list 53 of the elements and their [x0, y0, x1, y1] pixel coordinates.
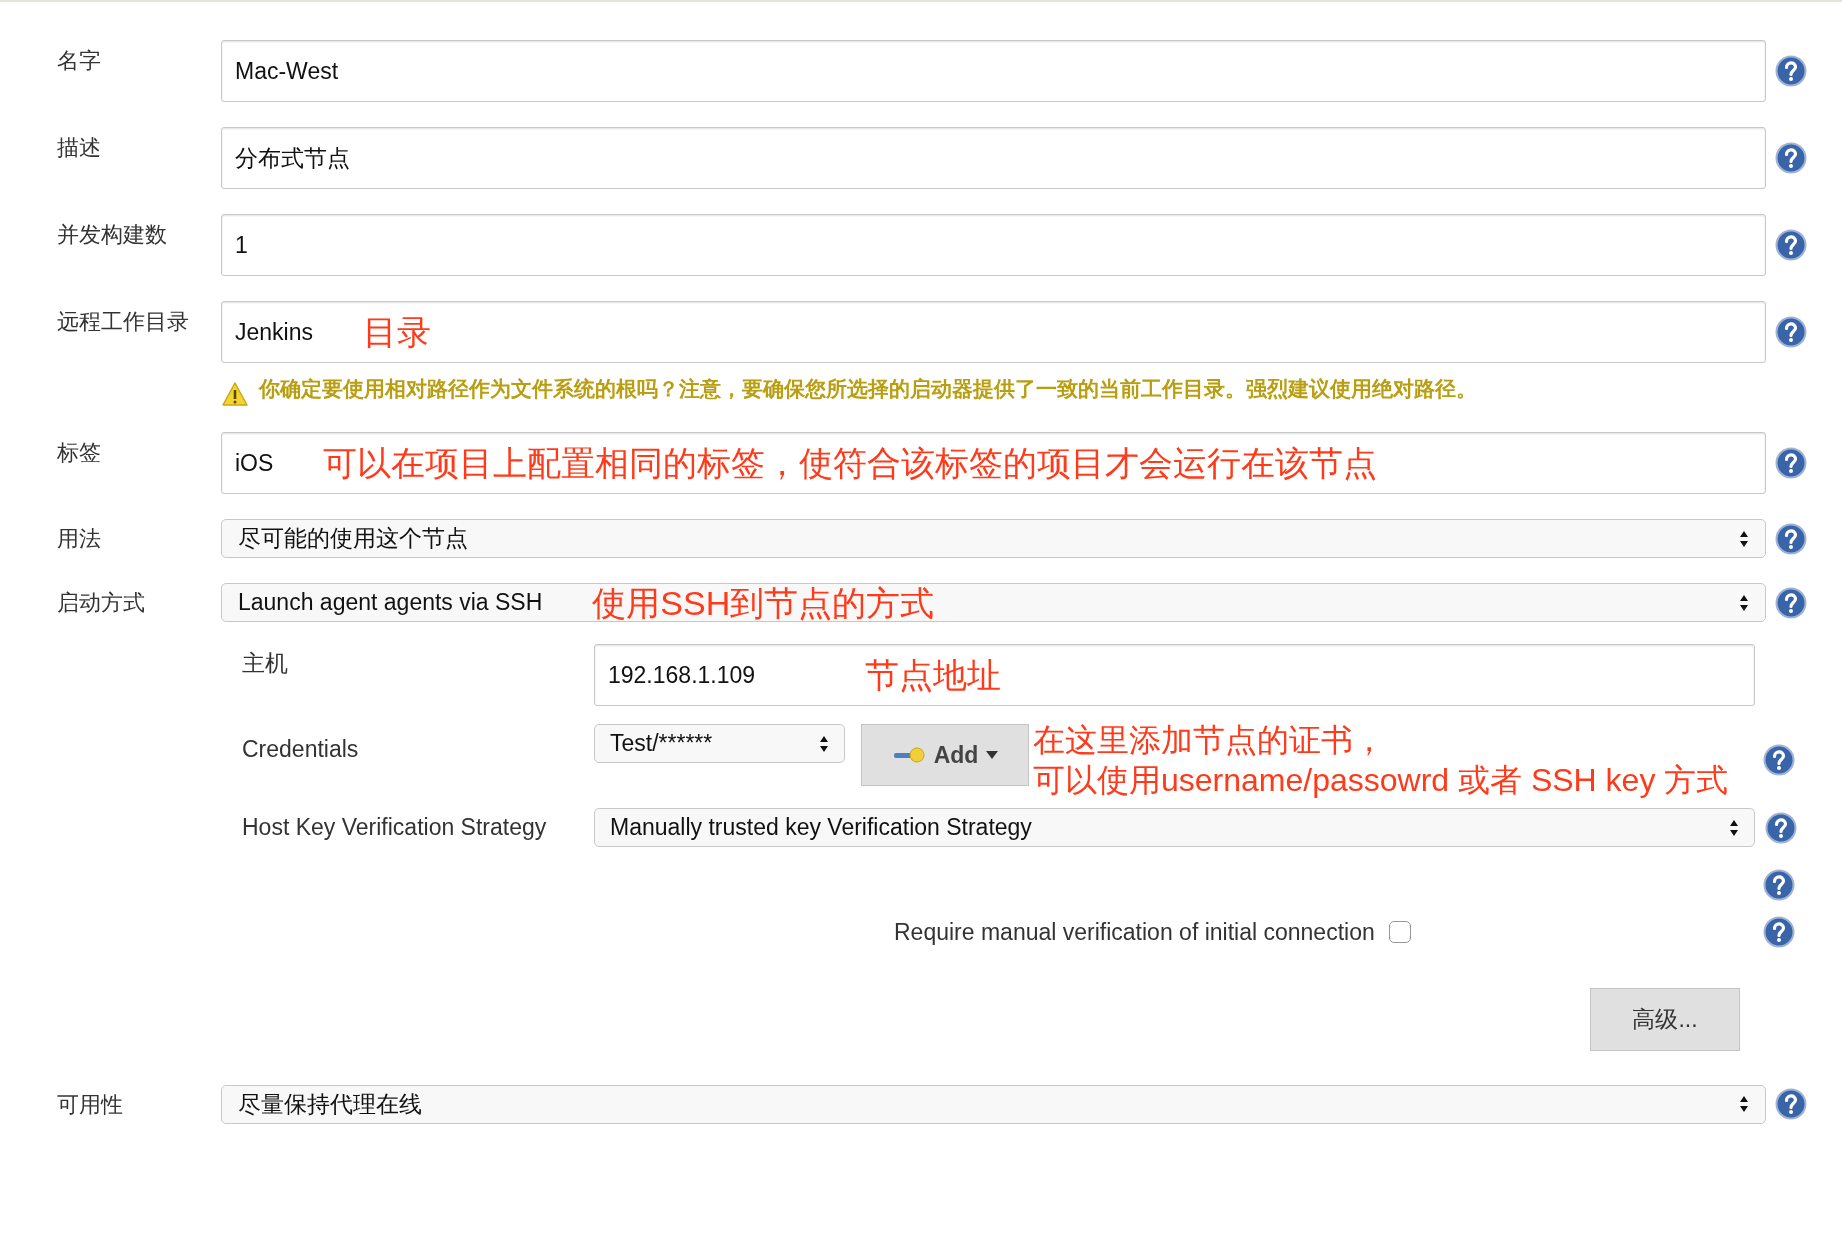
dropdown[interactable]: 尽可能的使用这个节点	[221, 519, 1766, 558]
text-field[interactable]: iOS 可以在项目上配置相同的标签，使符合该标签的项目才会运行在该节点	[221, 432, 1766, 494]
annotation-text: 使用SSH到节点的方式	[592, 585, 935, 620]
help-icon[interactable]	[1775, 55, 1807, 87]
help-icon[interactable]	[1775, 586, 1807, 619]
field-label: 名字	[57, 47, 102, 75]
help-icon[interactable]	[1775, 522, 1807, 555]
select-arrows-icon	[819, 734, 829, 753]
caret-icon	[986, 751, 999, 759]
help-icon[interactable]	[1775, 447, 1807, 479]
dropdown[interactable]: Launch agent agents via SSH 使用SSH到节点的方式	[221, 583, 1766, 622]
text-field[interactable]: 192.168.1.109 节点地址	[594, 644, 1755, 706]
help-icon[interactable]	[1775, 316, 1807, 348]
help-icon[interactable]	[1775, 142, 1807, 174]
field-label: 主机	[242, 649, 289, 678]
warning-icon	[221, 381, 249, 407]
field-label: Host Key Verification Strategy	[242, 813, 548, 843]
annotation-text: 在这里添加节点的证书，	[1033, 721, 1386, 760]
annotation-text: 可以使用username/passowrd 或者 SSH key 方式	[1033, 761, 1729, 800]
field-label: 可用性	[57, 1090, 124, 1119]
help-icon[interactable]	[1763, 916, 1795, 949]
text-field[interactable]: 分布式节点	[221, 127, 1766, 189]
advanced-button[interactable]: 高级...	[1590, 987, 1740, 1051]
dropdown[interactable]: Manually trusted key Verification Strategy	[594, 808, 1755, 847]
annotation-text: 目录	[363, 315, 431, 349]
help-icon[interactable]	[1765, 811, 1797, 844]
field-label: 用法	[57, 525, 102, 553]
key-icon	[891, 746, 926, 764]
dropdown[interactable]: 尽量保持代理在线	[221, 1084, 1766, 1124]
help-icon[interactable]	[1763, 869, 1795, 901]
field-label: 启动方式	[57, 589, 146, 617]
checkbox[interactable]	[1388, 921, 1411, 944]
select-arrows-icon	[1739, 1095, 1749, 1113]
field-label: 并发构建数	[57, 221, 168, 249]
text-field[interactable]: 1	[221, 214, 1766, 276]
add-button[interactable]: Add	[861, 724, 1029, 786]
annotation-text: 节点地址	[865, 658, 1002, 692]
help-icon[interactable]	[1763, 744, 1795, 776]
select-arrows-icon	[1739, 593, 1749, 612]
field-label: 标签	[57, 439, 102, 467]
checkbox-label: Require manual verification of initial connection	[894, 918, 1375, 947]
annotation-text: 可以在项目上配置相同的标签，使符合该标签的项目才会运行在该节点	[323, 446, 1378, 480]
field-label: 描述	[57, 134, 102, 162]
field-label: 远程工作目录	[57, 308, 190, 336]
help-icon[interactable]	[1775, 1088, 1807, 1120]
warning-text: 你确定要使用相对路径作为文件系统的根吗？注意，要确保您所选择的启动器提供了一致的当前工作目录。强烈建议使用绝对路径。	[259, 376, 1477, 403]
select-arrows-icon	[1739, 529, 1749, 548]
text-field[interactable]: Jenkins 目录	[221, 301, 1766, 363]
help-icon[interactable]	[1775, 229, 1807, 261]
field-label: Credentials	[242, 735, 360, 764]
select-arrows-icon	[1729, 818, 1739, 837]
text-field[interactable]: Mac-West	[221, 40, 1766, 102]
dropdown[interactable]: Test/******	[594, 724, 845, 763]
